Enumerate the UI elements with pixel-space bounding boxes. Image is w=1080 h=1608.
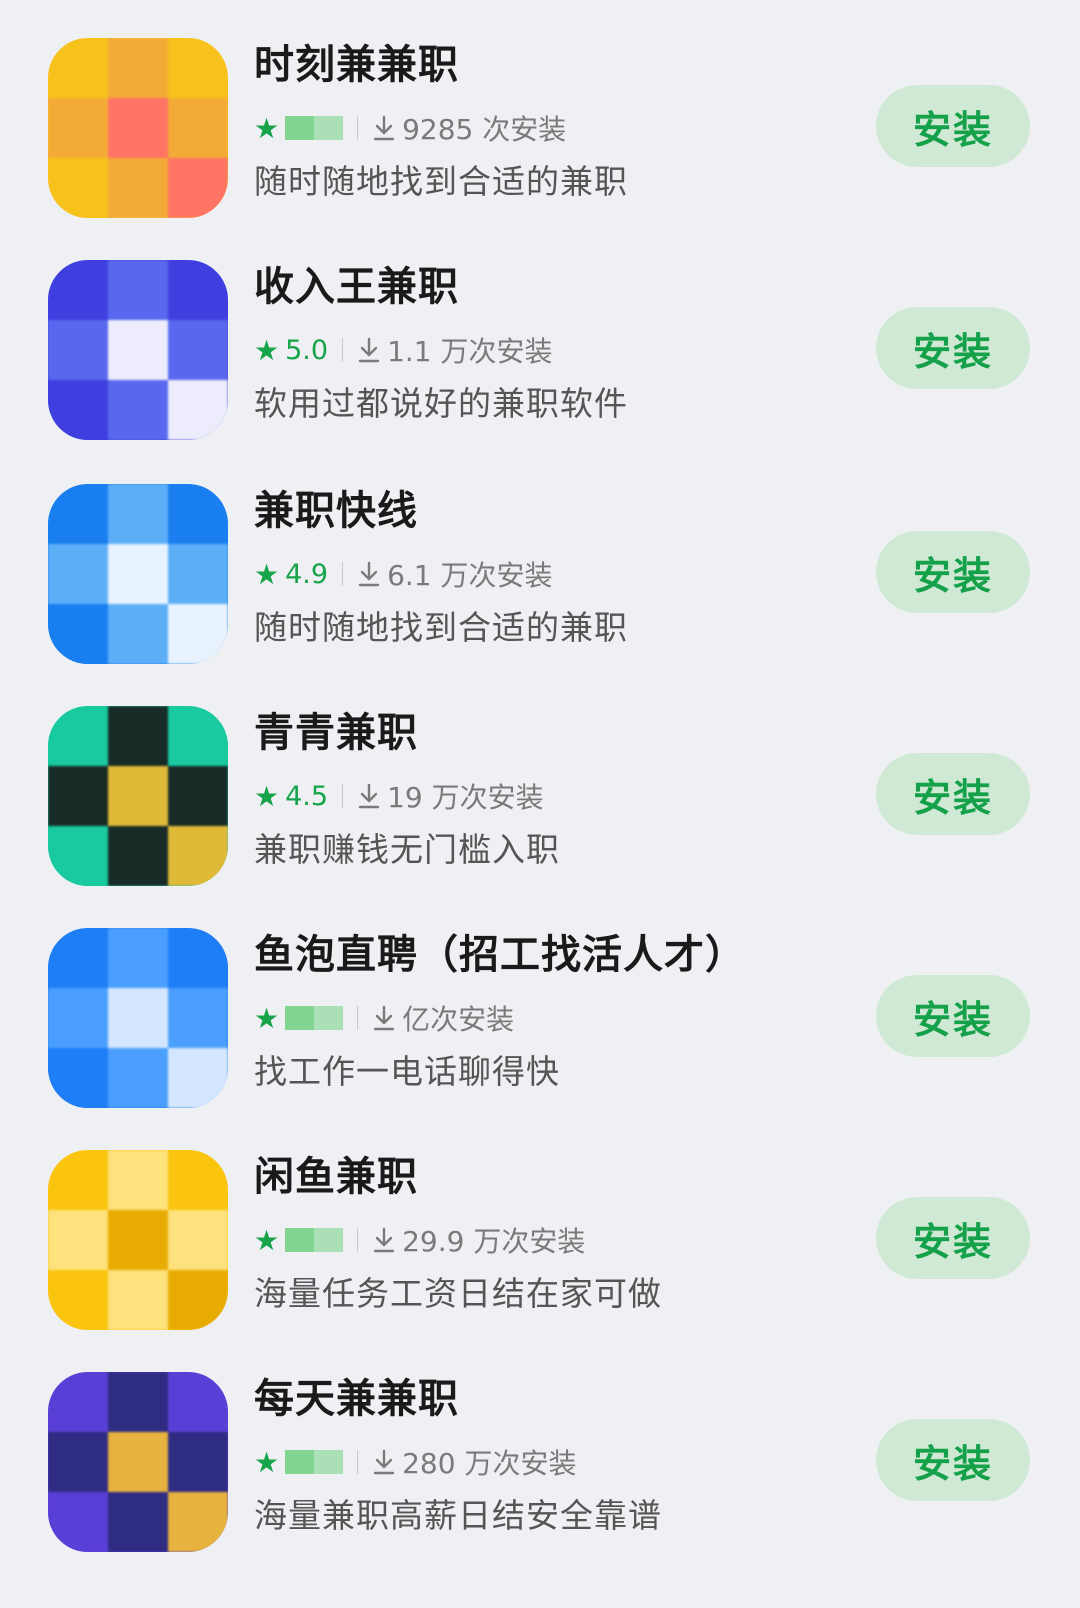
divider [342, 562, 344, 586]
blue-job-icon[interactable] [48, 484, 228, 664]
app-description: 找工作一电话聊得快 [254, 1052, 560, 1091]
app-meta: ★ 9285 次安装 [254, 108, 566, 148]
app-downloads: 19 万次安装 [357, 776, 544, 816]
star-icon: ★ [254, 779, 280, 813]
download-count: 29.9 万次安装 [402, 1225, 586, 1258]
download-count: 9285 次安装 [402, 113, 567, 146]
download-icon [358, 337, 380, 363]
app-description: 随时随地找到合适的兼职 [254, 162, 628, 201]
app-list-item[interactable]: 青青兼职 ★ 4.5 19 万次安装兼职赚钱无门槛入职 安装 [0, 706, 1080, 906]
app-list-item[interactable]: 收入王兼职 ★ 5.0 1.1 万次安装软用过都说好的兼职软件 安装 [0, 260, 1080, 460]
app-downloads: 9285 次安装 [372, 108, 566, 148]
app-name: 鱼泡直聘（招工找活人才） [254, 932, 746, 978]
download-count: 280 万次安装 [402, 1447, 577, 1480]
app-name: 兼职快线 [254, 488, 418, 534]
divider [357, 1006, 359, 1030]
app-description: 海量任务工资日结在家可做 [254, 1274, 662, 1313]
app-downloads: 29.9 万次安装 [372, 1220, 585, 1260]
install-button[interactable]: 安装 [876, 85, 1030, 167]
money-bag-icon[interactable] [48, 260, 228, 440]
app-list-item[interactable]: 兼职快线 ★ 4.9 6.1 万次安装随时随地找到合适的兼职 安装 [0, 484, 1080, 684]
download-icon [373, 115, 395, 141]
star-icon: ★ [254, 1223, 280, 1257]
download-icon [373, 1005, 395, 1031]
download-count: 亿次安装 [402, 1003, 515, 1036]
app-meta: ★ 4.9 6.1 万次安装 [254, 554, 553, 594]
app-rating: 4.9 [285, 558, 329, 590]
install-button[interactable]: 安装 [876, 1197, 1030, 1279]
app-rating: 4.5 [285, 780, 329, 812]
app-name: 收入王兼职 [254, 264, 459, 310]
icon-mosaic [48, 1372, 228, 1552]
icon-mosaic [48, 484, 228, 664]
download-count: 19 万次安装 [387, 781, 544, 814]
rating-mosaic [285, 116, 344, 140]
app-name: 闲鱼兼职 [254, 1154, 418, 1200]
app-downloads: 亿次安装 [372, 998, 514, 1038]
install-button[interactable]: 安装 [876, 753, 1030, 835]
app-meta: ★ 亿次安装 [254, 998, 514, 1038]
fish-bubble-icon[interactable] [48, 928, 228, 1108]
divider [357, 116, 359, 140]
green-black-icon[interactable] [48, 706, 228, 886]
star-icon: ★ [254, 1445, 280, 1479]
app-list-item[interactable]: 鱼泡直聘（招工找活人才） ★ 亿次安装找工作一电话聊得快 安装 [0, 928, 1080, 1128]
install-button[interactable]: 安装 [876, 531, 1030, 613]
rating-mosaic [285, 1450, 344, 1474]
download-icon [358, 783, 380, 809]
star-icon: ★ [254, 1001, 280, 1035]
install-button[interactable]: 安装 [876, 1419, 1030, 1501]
app-description: 兼职赚钱无门槛入职 [254, 830, 560, 869]
rating-mosaic [285, 1006, 344, 1030]
star-icon: ★ [254, 111, 280, 145]
app-list-item[interactable]: 闲鱼兼职 ★ 29.9 万次安装海量任务工资日结在家可做 安装 [0, 1150, 1080, 1350]
divider [357, 1450, 359, 1474]
app-list-item[interactable]: 时刻兼兼职 ★ 9285 次安装随时随地找到合适的兼职 安装 [0, 38, 1080, 238]
star-icon: ★ [254, 557, 280, 591]
app-name: 青青兼职 [254, 710, 418, 756]
icon-mosaic [48, 1150, 228, 1330]
app-meta: ★ 29.9 万次安装 [254, 1220, 585, 1260]
purple-robot-icon[interactable] [48, 1372, 228, 1552]
app-list-item[interactable]: 每天兼兼职 ★ 280 万次安装海量兼职高薪日结安全靠谱 安装 [0, 1372, 1080, 1572]
download-count: 6.1 万次安装 [387, 559, 553, 592]
app-description: 随时随地找到合适的兼职 [254, 608, 628, 647]
download-count: 1.1 万次安装 [387, 335, 553, 368]
download-icon [373, 1449, 395, 1475]
icon-mosaic [48, 928, 228, 1108]
icon-mosaic [48, 38, 228, 218]
download-icon [373, 1227, 395, 1253]
yellow-person-icon[interactable] [48, 38, 228, 218]
app-meta: ★ 4.5 19 万次安装 [254, 776, 544, 816]
divider [342, 784, 344, 808]
yellow-box-icon[interactable] [48, 1150, 228, 1330]
app-downloads: 1.1 万次安装 [357, 330, 553, 370]
app-meta: ★ 5.0 1.1 万次安装 [254, 330, 553, 370]
app-description: 软用过都说好的兼职软件 [254, 384, 628, 423]
app-meta: ★ 280 万次安装 [254, 1442, 576, 1482]
rating-mosaic [285, 1228, 344, 1252]
app-name: 时刻兼兼职 [254, 42, 459, 88]
app-downloads: 6.1 万次安装 [357, 554, 553, 594]
app-downloads: 280 万次安装 [372, 1442, 576, 1482]
install-button[interactable]: 安装 [876, 307, 1030, 389]
download-icon [358, 561, 380, 587]
install-button[interactable]: 安装 [876, 975, 1030, 1057]
icon-mosaic [48, 706, 228, 886]
app-rating: 5.0 [285, 334, 329, 366]
divider [357, 1228, 359, 1252]
app-description: 海量兼职高薪日结安全靠谱 [254, 1496, 662, 1535]
star-icon: ★ [254, 333, 280, 367]
icon-mosaic [48, 260, 228, 440]
app-name: 每天兼兼职 [254, 1376, 459, 1422]
divider [342, 338, 344, 362]
